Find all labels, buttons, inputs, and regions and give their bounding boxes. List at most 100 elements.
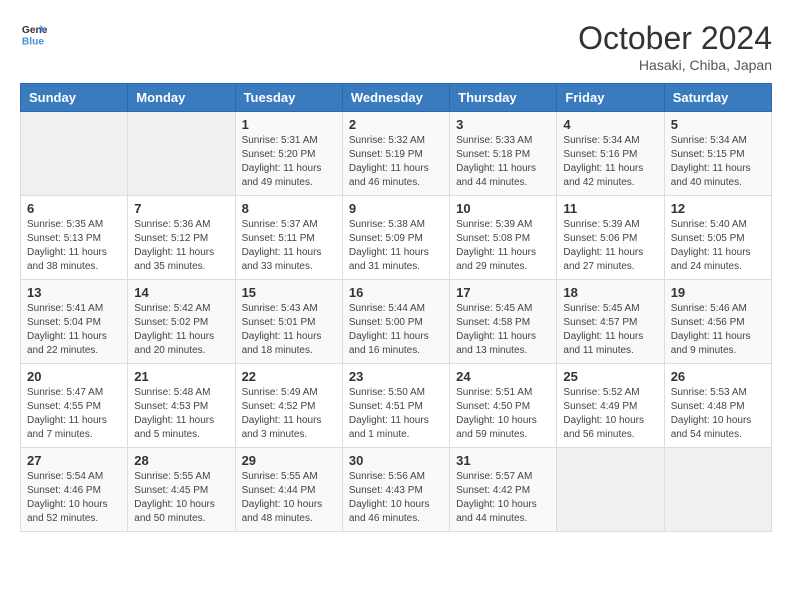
- table-cell: 6Sunrise: 5:35 AM Sunset: 5:13 PM Daylig…: [21, 196, 128, 280]
- weekday-header-friday: Friday: [557, 84, 664, 112]
- table-cell: 26 Sunrise: 5:53 AM Sunset: 4:48 PM Dayli…: [664, 364, 771, 448]
- day-info: Sunrise: 5:39 AM Sunset: 5:08 PM Dayligh…: [456, 218, 550, 274]
- day-info: Sunrise: 5:52 AM Sunset: 4:49 PM Dayligh…: [563, 386, 657, 442]
- day-info: Sunrise: 5:48 AM Sunset: 4:53 PM Dayligh…: [134, 386, 228, 442]
- table-cell: 20 Sunrise: 5:47 AM Sunset: 4:55 PM Dayli…: [21, 364, 128, 448]
- table-cell: 10 Sunrise: 5:39 AM Sunset: 5:08 PM Dayli…: [450, 196, 557, 280]
- month-title: October 2024: [578, 20, 772, 57]
- table-cell: 22 Sunrise: 5:49 AM Sunset: 4:52 PM Dayli…: [235, 364, 342, 448]
- day-info: Sunrise: 5:40 AM Sunset: 5:05 PM Dayligh…: [671, 218, 765, 274]
- table-cell: 31 Sunrise: 5:57 AM Sunset: 4:42 PM Dayli…: [450, 448, 557, 532]
- day-info: Sunrise: 5:33 AM Sunset: 5:18 PM Dayligh…: [456, 134, 550, 190]
- table-cell: 12Sunrise: 5:40 AM Sunset: 5:05 PM Dayli…: [664, 196, 771, 280]
- day-info: Sunrise: 5:55 AM Sunset: 4:44 PM Dayligh…: [242, 470, 336, 526]
- day-number: 2: [349, 117, 443, 132]
- table-cell: 19Sunrise: 5:46 AM Sunset: 4:56 PM Dayli…: [664, 280, 771, 364]
- day-number: 3: [456, 117, 550, 132]
- day-info: Sunrise: 5:34 AM Sunset: 5:15 PM Dayligh…: [671, 134, 765, 190]
- table-cell: 11Sunrise: 5:39 AM Sunset: 5:06 PM Dayli…: [557, 196, 664, 280]
- table-cell: 15 Sunrise: 5:43 AM Sunset: 5:01 PM Dayli…: [235, 280, 342, 364]
- day-number: 24: [456, 369, 550, 384]
- table-cell: 27 Sunrise: 5:54 AM Sunset: 4:46 PM Dayli…: [21, 448, 128, 532]
- day-info: Sunrise: 5:39 AM Sunset: 5:06 PM Dayligh…: [563, 218, 657, 274]
- day-info: Sunrise: 5:56 AM Sunset: 4:43 PM Dayligh…: [349, 470, 443, 526]
- day-info: Sunrise: 5:44 AM Sunset: 5:00 PM Dayligh…: [349, 302, 443, 358]
- day-info: Sunrise: 5:45 AM Sunset: 4:57 PM Dayligh…: [563, 302, 657, 358]
- day-number: 30: [349, 453, 443, 468]
- weekday-header-tuesday: Tuesday: [235, 84, 342, 112]
- table-cell: 18 Sunrise: 5:45 AM Sunset: 4:57 PM Dayli…: [557, 280, 664, 364]
- day-info: Sunrise: 5:34 AM Sunset: 5:16 PM Dayligh…: [563, 134, 657, 190]
- day-info: Sunrise: 5:54 AM Sunset: 4:46 PM Dayligh…: [27, 470, 121, 526]
- table-cell: 2 Sunrise: 5:32 AM Sunset: 5:19 PM Daylig…: [342, 112, 449, 196]
- day-number: 18: [563, 285, 657, 300]
- table-cell: 23 Sunrise: 5:50 AM Sunset: 4:51 PM Dayli…: [342, 364, 449, 448]
- day-info: Sunrise: 5:43 AM Sunset: 5:01 PM Dayligh…: [242, 302, 336, 358]
- day-number: 26: [671, 369, 765, 384]
- day-info: Sunrise: 5:38 AM Sunset: 5:09 PM Dayligh…: [349, 218, 443, 274]
- day-number: 14: [134, 285, 228, 300]
- day-number: 22: [242, 369, 336, 384]
- table-cell: 24 Sunrise: 5:51 AM Sunset: 4:50 PM Dayli…: [450, 364, 557, 448]
- day-number: 27: [27, 453, 121, 468]
- table-cell: 21 Sunrise: 5:48 AM Sunset: 4:53 PM Dayli…: [128, 364, 235, 448]
- day-number: 20: [27, 369, 121, 384]
- day-number: 10: [456, 201, 550, 216]
- day-info: Sunrise: 5:55 AM Sunset: 4:45 PM Dayligh…: [134, 470, 228, 526]
- day-number: 4: [563, 117, 657, 132]
- day-info: Sunrise: 5:51 AM Sunset: 4:50 PM Dayligh…: [456, 386, 550, 442]
- day-info: Sunrise: 5:42 AM Sunset: 5:02 PM Dayligh…: [134, 302, 228, 358]
- day-info: Sunrise: 5:45 AM Sunset: 4:58 PM Dayligh…: [456, 302, 550, 358]
- day-info: Sunrise: 5:36 AM Sunset: 5:12 PM Dayligh…: [134, 218, 228, 274]
- table-cell: 28 Sunrise: 5:55 AM Sunset: 4:45 PM Dayli…: [128, 448, 235, 532]
- day-number: 19: [671, 285, 765, 300]
- page-header: General Blue October 2024 Hasaki, Chiba,…: [20, 20, 772, 73]
- logo-icon: General Blue: [20, 20, 48, 48]
- location-subtitle: Hasaki, Chiba, Japan: [578, 57, 772, 73]
- day-number: 21: [134, 369, 228, 384]
- day-number: 8: [242, 201, 336, 216]
- table-cell: 17 Sunrise: 5:45 AM Sunset: 4:58 PM Dayli…: [450, 280, 557, 364]
- day-number: 17: [456, 285, 550, 300]
- day-info: Sunrise: 5:31 AM Sunset: 5:20 PM Dayligh…: [242, 134, 336, 190]
- day-info: Sunrise: 5:37 AM Sunset: 5:11 PM Dayligh…: [242, 218, 336, 274]
- day-number: 9: [349, 201, 443, 216]
- week-row-2: 6Sunrise: 5:35 AM Sunset: 5:13 PM Daylig…: [21, 196, 772, 280]
- table-cell: 4 Sunrise: 5:34 AM Sunset: 5:16 PM Daylig…: [557, 112, 664, 196]
- week-row-3: 13 Sunrise: 5:41 AM Sunset: 5:04 PM Dayli…: [21, 280, 772, 364]
- weekday-header-monday: Monday: [128, 84, 235, 112]
- weekday-header-saturday: Saturday: [664, 84, 771, 112]
- table-cell: [664, 448, 771, 532]
- table-cell: 8 Sunrise: 5:37 AM Sunset: 5:11 PM Daylig…: [235, 196, 342, 280]
- table-cell: 9 Sunrise: 5:38 AM Sunset: 5:09 PM Daylig…: [342, 196, 449, 280]
- day-number: 15: [242, 285, 336, 300]
- day-number: 13: [27, 285, 121, 300]
- day-number: 6: [27, 201, 121, 216]
- week-row-5: 27 Sunrise: 5:54 AM Sunset: 4:46 PM Dayli…: [21, 448, 772, 532]
- week-row-1: 1Sunrise: 5:31 AM Sunset: 5:20 PM Daylig…: [21, 112, 772, 196]
- day-number: 7: [134, 201, 228, 216]
- day-number: 5: [671, 117, 765, 132]
- table-cell: [557, 448, 664, 532]
- day-info: Sunrise: 5:41 AM Sunset: 5:04 PM Dayligh…: [27, 302, 121, 358]
- day-number: 23: [349, 369, 443, 384]
- day-info: Sunrise: 5:57 AM Sunset: 4:42 PM Dayligh…: [456, 470, 550, 526]
- weekday-header-row: SundayMondayTuesdayWednesdayThursdayFrid…: [21, 84, 772, 112]
- table-cell: 16Sunrise: 5:44 AM Sunset: 5:00 PM Dayli…: [342, 280, 449, 364]
- day-info: Sunrise: 5:32 AM Sunset: 5:19 PM Dayligh…: [349, 134, 443, 190]
- week-row-4: 20 Sunrise: 5:47 AM Sunset: 4:55 PM Dayli…: [21, 364, 772, 448]
- day-info: Sunrise: 5:53 AM Sunset: 4:48 PM Dayligh…: [671, 386, 765, 442]
- day-number: 28: [134, 453, 228, 468]
- table-cell: [21, 112, 128, 196]
- day-info: Sunrise: 5:47 AM Sunset: 4:55 PM Dayligh…: [27, 386, 121, 442]
- day-number: 25: [563, 369, 657, 384]
- day-number: 31: [456, 453, 550, 468]
- day-info: Sunrise: 5:49 AM Sunset: 4:52 PM Dayligh…: [242, 386, 336, 442]
- day-number: 29: [242, 453, 336, 468]
- day-info: Sunrise: 5:50 AM Sunset: 4:51 PM Dayligh…: [349, 386, 443, 442]
- table-cell: 14 Sunrise: 5:42 AM Sunset: 5:02 PM Dayli…: [128, 280, 235, 364]
- logo: General Blue: [20, 20, 48, 48]
- table-cell: 25 Sunrise: 5:52 AM Sunset: 4:49 PM Dayli…: [557, 364, 664, 448]
- title-block: October 2024 Hasaki, Chiba, Japan: [578, 20, 772, 73]
- table-cell: 30 Sunrise: 5:56 AM Sunset: 4:43 PM Dayli…: [342, 448, 449, 532]
